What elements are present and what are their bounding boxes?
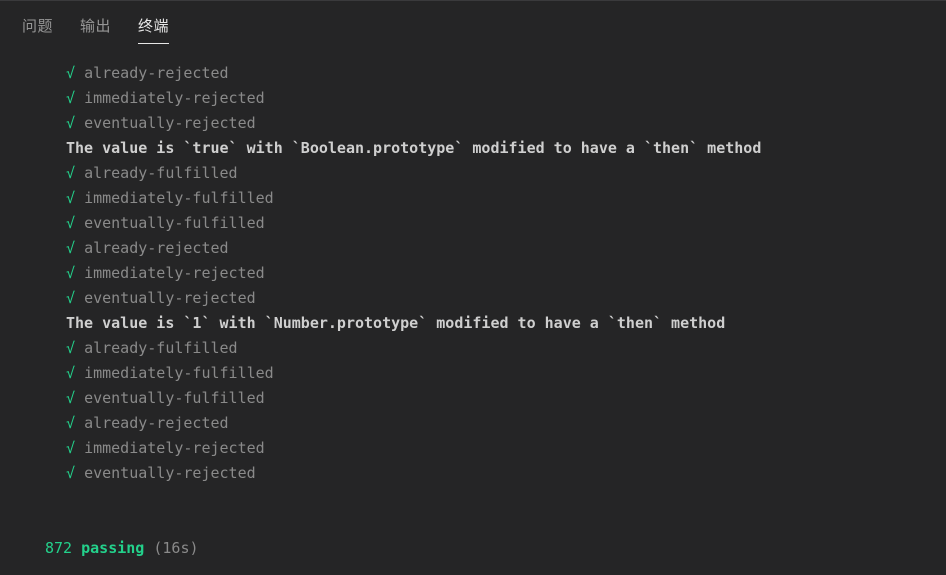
check-icon: √ [66,214,76,232]
tab-output[interactable]: 输出 [80,18,111,44]
tab-label: 输出 [80,18,112,35]
test-name: already-fulfilled [84,339,238,357]
check-icon: √ [66,439,76,457]
check-icon: √ [66,339,76,357]
active-tab-indicator [138,43,170,44]
check-icon: √ [66,114,76,132]
terminal-output[interactable]: √ already-rejected √ immediately-rejected… [0,46,946,575]
test-result-line: √ already-rejected [0,236,946,261]
test-name: immediately-rejected [84,89,265,107]
check-icon: √ [66,264,76,282]
test-name: immediately-rejected [84,264,265,282]
test-name: already-fulfilled [84,164,238,182]
test-result-line: √ eventually-rejected [0,461,946,486]
test-name: already-rejected [84,64,229,82]
test-result-line: √ already-rejected [0,61,946,86]
test-suite-heading: The value is `1` with `Number.prototype`… [66,314,726,332]
test-result-line: √ immediately-fulfilled [0,186,946,211]
test-summary-line: 872 passing (16s) [0,536,946,561]
tab-label: 终端 [138,18,170,35]
test-result-line: √ eventually-fulfilled [0,211,946,236]
check-icon: √ [66,64,76,82]
panel-tabbar: 问题 输出 终端 [0,1,946,46]
passing-count: 872 [45,539,73,557]
check-icon: √ [66,164,76,182]
test-result-line: √ eventually-fulfilled [0,386,946,411]
passing-label: passing [81,539,145,557]
test-name: eventually-fulfilled [84,389,265,407]
test-name: immediately-rejected [84,439,265,457]
test-result-line: √ already-fulfilled [0,336,946,361]
test-result-line: √ eventually-rejected [0,111,946,136]
check-icon: √ [66,89,76,107]
test-name: already-rejected [84,239,229,257]
test-name: eventually-rejected [84,464,256,482]
test-name: immediately-fulfilled [84,364,274,382]
test-result-line: √ already-rejected [0,411,946,436]
tab-label: 问题 [22,18,54,35]
test-result-line: √ immediately-fulfilled [0,361,946,386]
check-icon: √ [66,289,76,307]
test-result-line: √ immediately-rejected [0,436,946,461]
check-icon: √ [66,189,76,207]
test-name: eventually-rejected [84,114,256,132]
check-icon: √ [66,389,76,407]
tab-problems[interactable]: 问题 [22,18,53,44]
test-result-line: √ eventually-rejected [0,286,946,311]
test-duration: (16s) [153,539,199,557]
test-name: eventually-rejected [84,289,256,307]
check-icon: √ [66,239,76,257]
terminal-panel: 问题 输出 终端 √ already-rejected √ immediately-r… [0,0,946,575]
test-result-line: √ already-fulfilled [0,161,946,186]
test-name: eventually-fulfilled [84,214,265,232]
check-icon: √ [66,364,76,382]
check-icon: √ [66,464,76,482]
test-suite-heading: The value is `true` with `Boolean.protot… [66,139,762,157]
check-icon: √ [66,414,76,432]
test-name: already-rejected [84,414,229,432]
test-result-line: √ immediately-rejected [0,261,946,286]
test-result-line: √ immediately-rejected [0,86,946,111]
test-name: immediately-fulfilled [84,189,274,207]
tab-terminal[interactable]: 终端 [138,18,170,44]
